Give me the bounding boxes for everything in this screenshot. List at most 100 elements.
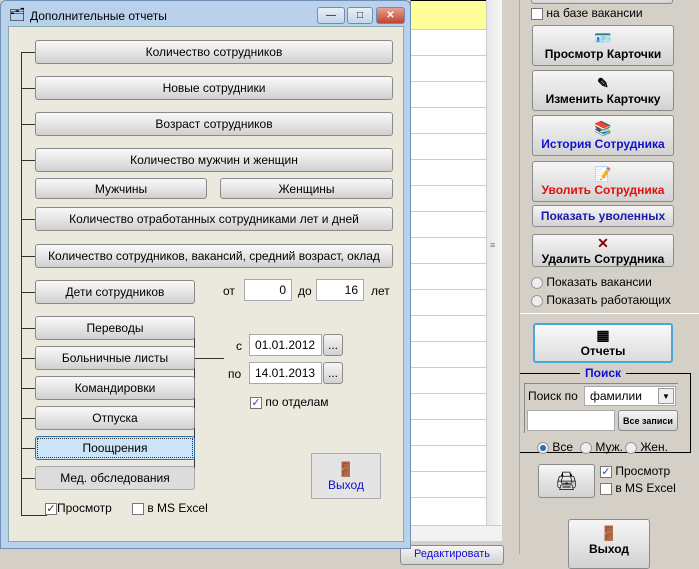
show-working-radio[interactable]: Показать работающих (531, 293, 671, 307)
tree-branch (21, 328, 35, 329)
grid-vertical-scrollbar[interactable]: ≡ (486, 0, 502, 525)
new-employees-button[interactable]: Новые сотрудники (35, 76, 393, 100)
dismiss-button[interactable]: 📝 Уволить Сотрудника (532, 161, 674, 202)
search-title: Поиск (580, 366, 627, 380)
age-unit-label: лет (371, 284, 390, 298)
excel-checkbox[interactable]: в MS Excel (600, 481, 676, 495)
reports-button[interactable]: ▦ Отчеты (533, 323, 673, 363)
vacations-button[interactable]: Отпуска (35, 406, 195, 430)
period-to-label: по (228, 367, 242, 381)
dialog-client-area: Количество сотрудников Новые сотрудники … (8, 26, 404, 542)
gender-male-label: Муж. (595, 440, 623, 454)
years-days-button[interactable]: Количество отработанных сотрудниками лет… (35, 207, 393, 231)
close-button[interactable]: ✕ (376, 7, 405, 24)
age-from-input[interactable]: 0 (244, 279, 292, 301)
period-from-picker-button[interactable]: ... (323, 334, 343, 356)
show-dismissed-button[interactable]: Показать уволенных (532, 205, 674, 227)
vacancy-base-label: на базе вакансии (546, 6, 643, 20)
tree-branch (21, 52, 35, 53)
show-vacancies-radio[interactable]: Показать вакансии (531, 275, 652, 289)
tree-branch (21, 256, 35, 257)
rewards-button[interactable]: Поощрения (35, 436, 195, 460)
tree-branch (21, 515, 47, 516)
dismiss-doc-icon: 📝 (594, 165, 612, 182)
search-input[interactable] (527, 410, 615, 431)
top-button[interactable] (531, 0, 673, 4)
tree-branch (21, 219, 35, 220)
main-exit-button[interactable]: 🚪 Выход (568, 519, 650, 569)
exit-button[interactable]: 🚪 Выход (311, 453, 381, 499)
books-icon: 📚 (594, 119, 612, 136)
period-to-input[interactable]: 14.01.2013 (249, 362, 322, 384)
chevron-down-icon[interactable]: ▼ (658, 388, 674, 404)
reports-window-icon: 🗂 (9, 7, 26, 22)
delete-x-icon: ✕ (597, 234, 609, 251)
tree-branch (21, 160, 35, 161)
gender-all-label: Все (552, 440, 574, 454)
tree-branch (21, 124, 35, 125)
age-from-label: от (223, 284, 235, 298)
excel-checkbox[interactable]: в MS Excel (132, 501, 208, 515)
table-icon: ▦ (596, 327, 610, 343)
gender-female-label: Жен. (640, 440, 668, 454)
preview-checkbox[interactable]: ✓Просмотр (45, 501, 112, 515)
age-to-label: до (298, 284, 312, 298)
transfers-button[interactable]: Переводы (35, 316, 195, 340)
show-vacancies-label: Показать вакансии (546, 275, 652, 289)
preview-checkbox[interactable]: ✓ Просмотр (600, 464, 670, 478)
search-field-select[interactable]: фамилии ▼ (584, 386, 676, 406)
grid-horizontal-scrollbar[interactable] (410, 525, 502, 541)
summary-button[interactable]: Количество сотрудников, вакансий, средни… (35, 244, 393, 268)
children-button[interactable]: Дети сотрудников (35, 280, 195, 304)
right-panel: на базе вакансии 🪪 Просмотр Карточки ✎ Изм… (519, 0, 699, 569)
all-records-button[interactable]: Все записи (618, 410, 678, 431)
dismiss-label: Уволить Сотрудника (541, 182, 665, 197)
men-women-button[interactable]: Количество мужчин и женщин (35, 148, 393, 172)
tree-branch (21, 88, 35, 89)
delete-label: Удалить Сотрудника (541, 251, 665, 266)
scroll-grip-icon: ≡ (490, 240, 496, 250)
show-working-label: Показать работающих (546, 293, 671, 307)
excel-label: в MS Excel (615, 481, 676, 495)
medical-button[interactable]: Мед. обследования (35, 466, 195, 490)
edit-button[interactable]: Редактировать (400, 545, 504, 565)
trips-button[interactable]: Командировки (35, 376, 195, 400)
edit-card-label: Изменить Карточку (545, 91, 661, 106)
women-button[interactable]: Женщины (220, 178, 393, 199)
history-button[interactable]: 📚 История Сотрудника (532, 115, 674, 156)
tree-branch (21, 358, 35, 359)
preview-label: Просмотр (615, 464, 671, 478)
gender-female-radio[interactable]: Жен. (625, 440, 668, 454)
history-label: История Сотрудника (541, 136, 665, 151)
delete-button[interactable]: ✕ Удалить Сотрудника (532, 234, 674, 267)
minimize-button[interactable]: — (317, 7, 345, 24)
tree-line (21, 52, 22, 516)
preview-label: Просмотр (57, 501, 112, 515)
exit-door-icon: 🚪 (600, 525, 618, 541)
gender-male-radio[interactable]: Муж. (580, 440, 623, 454)
gender-all-radio[interactable]: Все (537, 440, 573, 454)
edit-card-button[interactable]: ✎ Изменить Карточку (532, 70, 674, 111)
exit-label: Выход (328, 477, 364, 492)
count-employees-button[interactable]: Количество сотрудников (35, 40, 393, 64)
tree-branch (21, 478, 35, 479)
men-button[interactable]: Мужчины (35, 178, 207, 199)
excel-label: в MS Excel (147, 501, 208, 515)
age-to-input[interactable]: 16 (316, 279, 364, 301)
view-card-button[interactable]: 🪪 Просмотр Карточки (532, 25, 674, 66)
tree-branch (21, 388, 35, 389)
search-by-label: Поиск по (528, 389, 578, 403)
by-department-checkbox[interactable]: ✓ по отделам (250, 395, 329, 409)
period-from-input[interactable]: 01.01.2012 (249, 334, 322, 356)
vacancy-base-checkbox[interactable]: на базе вакансии (531, 6, 643, 20)
print-button[interactable]: 🖨 (538, 464, 595, 498)
exit-door-icon: 🚪 (337, 460, 355, 477)
age-employees-button[interactable]: Возраст сотрудников (35, 112, 393, 136)
window-title: Дополнительные отчеты (30, 9, 167, 23)
sick-leave-button[interactable]: Больничные листы (35, 346, 195, 370)
by-department-label: по отделам (265, 395, 329, 409)
maximize-button[interactable]: □ (347, 7, 373, 24)
period-to-picker-button[interactable]: ... (323, 362, 343, 384)
printer-icon: 🖨 (555, 470, 578, 491)
tree-branch (21, 418, 35, 419)
